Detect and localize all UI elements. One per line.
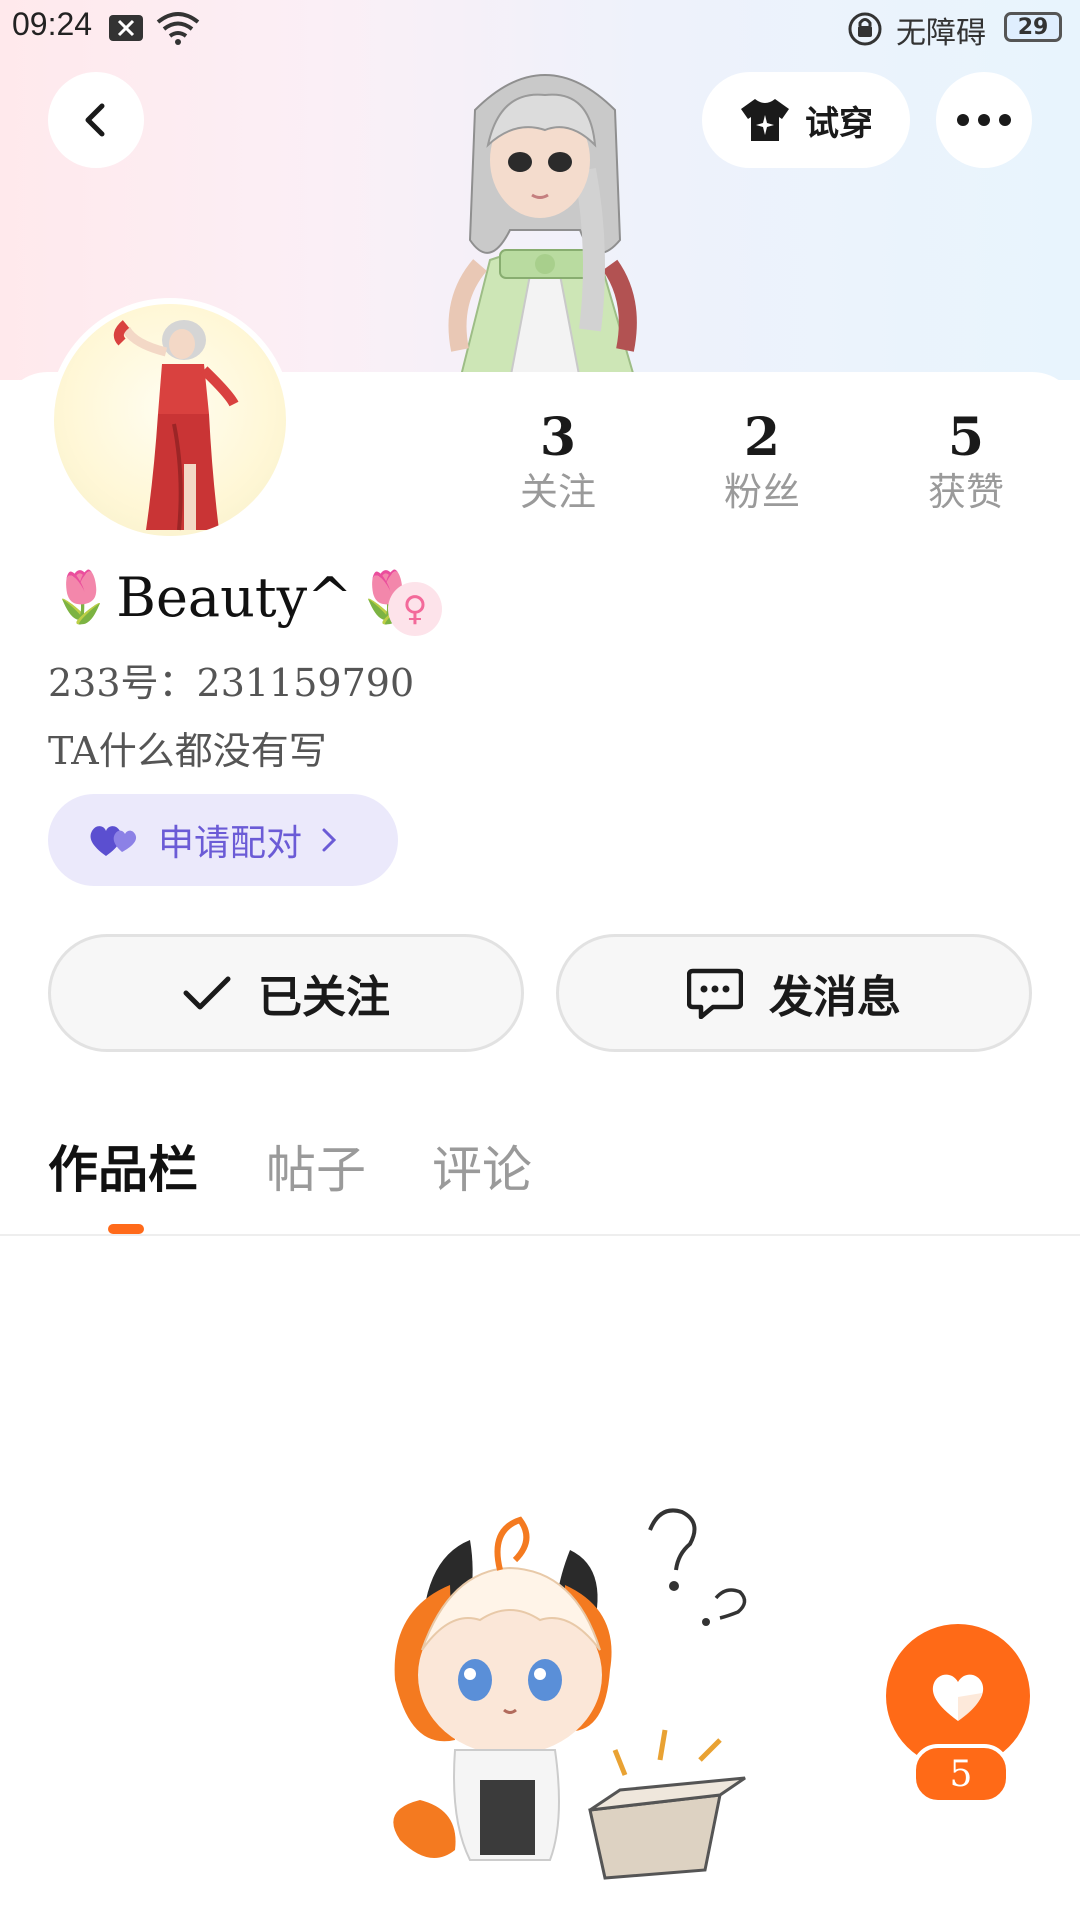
chat-bubble-icon xyxy=(687,968,743,1019)
accessibility-label: 无障碍 xyxy=(896,16,986,51)
user-bio: TA什么都没有写 xyxy=(48,729,327,773)
tab-works[interactable]: 作品栏 xyxy=(48,1130,198,1202)
stat-likes-value: 5 xyxy=(947,407,985,468)
hearts-icon xyxy=(90,826,137,856)
active-tab-indicator xyxy=(108,1224,144,1234)
more-dots-icon xyxy=(957,114,1011,126)
tshirt-icon xyxy=(741,99,789,141)
stat-followers[interactable]: 2 粉丝 xyxy=(682,408,842,516)
followed-button[interactable]: 已关注 xyxy=(48,934,524,1052)
character-showcase-image xyxy=(448,74,637,380)
like-count-badge: 5 xyxy=(912,1744,1010,1804)
back-button[interactable] xyxy=(48,72,144,168)
stat-followers-label: 粉丝 xyxy=(723,470,800,514)
username: 🌷 Beauty^ 🌷 xyxy=(50,566,419,629)
username-text: Beauty^ xyxy=(116,566,353,629)
check-icon xyxy=(183,976,231,1010)
pair-request-label: 申请配对 xyxy=(158,823,303,864)
stat-likes[interactable]: 5 获赞 xyxy=(886,408,1046,516)
stat-following-label: 关注 xyxy=(519,470,596,514)
stat-following[interactable]: 3 关注 xyxy=(478,408,638,516)
stat-following-value: 3 xyxy=(539,407,577,468)
try-on-button[interactable]: 试穿 xyxy=(702,72,910,168)
accessibility-lock-icon xyxy=(848,12,882,50)
tab-posts[interactable]: 帖子 xyxy=(266,1130,366,1202)
back-arrow-icon xyxy=(85,103,105,137)
stat-followers-value: 2 xyxy=(743,407,781,468)
status-time: 09:24 xyxy=(12,6,93,42)
status-bar: 09:24 无障碍 29 xyxy=(0,0,1080,54)
tulip-emoji: 🌷 xyxy=(50,568,113,626)
avatar-figure-image xyxy=(113,320,239,531)
wifi-icon xyxy=(156,10,200,50)
stat-likes-label: 获赞 xyxy=(927,470,1004,514)
try-on-label: 试穿 xyxy=(805,103,873,144)
female-gender-icon: ♀ xyxy=(388,582,442,636)
send-message-button[interactable]: 发消息 xyxy=(556,934,1032,1052)
empty-state-illustration xyxy=(393,1508,747,1880)
send-message-label: 发消息 xyxy=(769,972,901,1023)
chevron-right-icon xyxy=(322,828,337,852)
more-options-button[interactable] xyxy=(936,72,1032,168)
followed-label: 已关注 xyxy=(258,972,390,1023)
pair-request-button[interactable]: 申请配对 xyxy=(48,794,398,886)
tab-comments[interactable]: 评论 xyxy=(432,1130,532,1202)
avatar[interactable] xyxy=(48,298,292,542)
tab-divider xyxy=(0,1234,1080,1236)
notification-icon xyxy=(108,14,144,46)
battery-indicator: 29 xyxy=(1004,12,1062,42)
heart-icon xyxy=(932,1674,984,1721)
user-id: 233号：231159790 xyxy=(48,661,415,705)
